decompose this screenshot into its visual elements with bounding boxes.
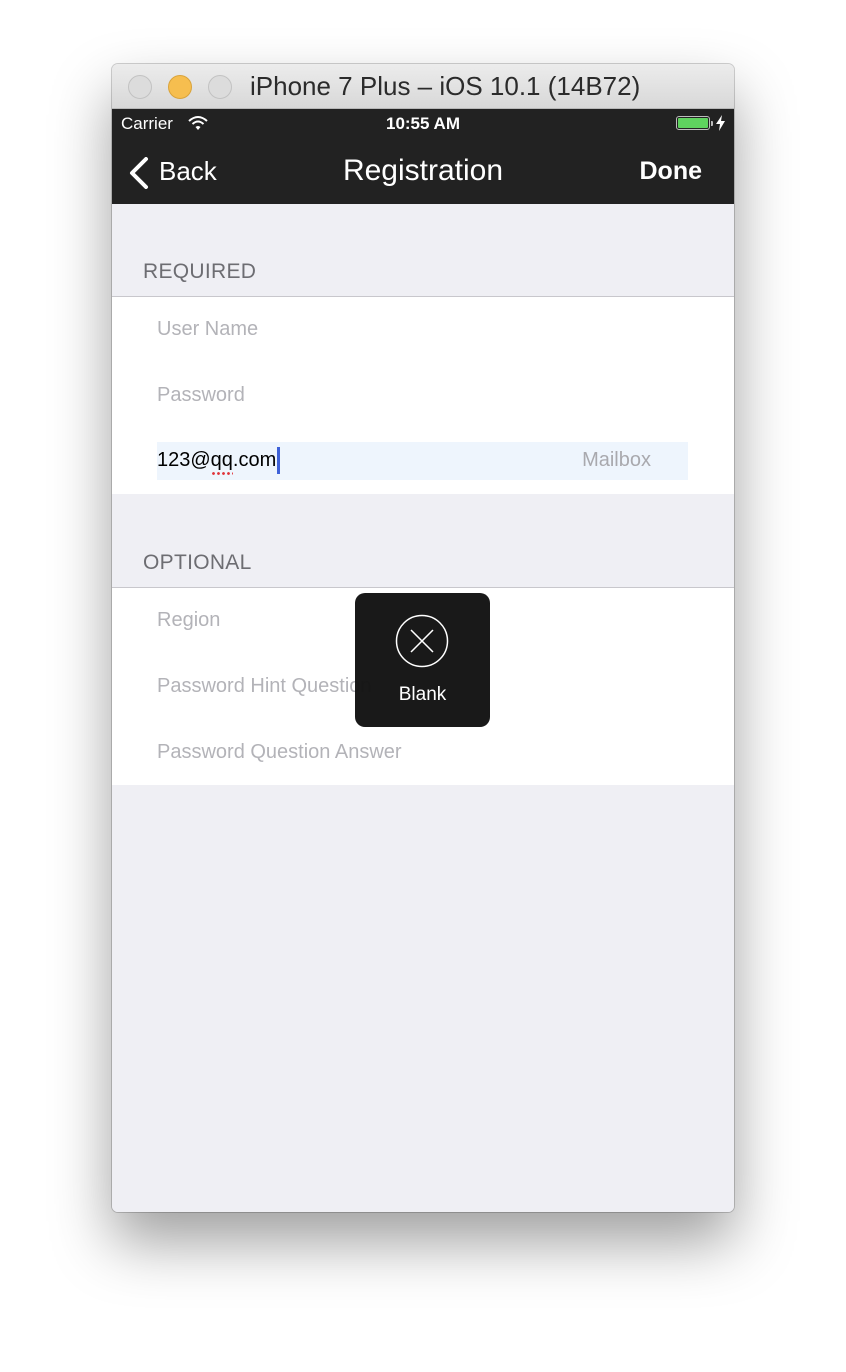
optional-section-header: OPTIONAL: [143, 551, 252, 574]
battery-level-fill: [678, 118, 708, 128]
password-field[interactable]: [157, 376, 687, 414]
charging-bolt-icon: [716, 115, 725, 136]
window-titlebar: iPhone 7 Plus – iOS 10.1 (14B72): [112, 64, 734, 109]
registration-form: REQUIRED 123@qq.com Mailbox OPTIONAL: [112, 204, 734, 1212]
x-circle-icon: [395, 614, 449, 673]
zoom-window-button[interactable]: [208, 75, 232, 99]
window-title: iPhone 7 Plus – iOS 10.1 (14B72): [250, 71, 641, 101]
email-field[interactable]: 123@qq.com Mailbox: [157, 442, 688, 480]
battery-icon: [676, 116, 710, 130]
navigation-bar: Back Registration Done: [112, 139, 734, 204]
required-section-header: REQUIRED: [143, 260, 257, 283]
done-button[interactable]: Done: [640, 157, 703, 185]
password-question-answer-field[interactable]: [157, 733, 687, 771]
status-time: 10:55 AM: [385, 114, 460, 133]
mailbox-label: Mailbox: [582, 449, 651, 471]
spellcheck-underline: [210, 472, 233, 475]
email-value: 123@qq.com: [157, 449, 277, 471]
hud-label: Blank: [398, 684, 447, 705]
required-group: 123@qq.com Mailbox: [112, 296, 734, 494]
text-cursor: [277, 447, 281, 474]
simulator-window: iPhone 7 Plus – iOS 10.1 (14B72) Carrier…: [112, 64, 734, 1212]
blank-error-hud: Blank: [355, 593, 490, 727]
battery-tip: [711, 121, 713, 126]
user-name-field[interactable]: [157, 310, 687, 348]
close-window-button[interactable]: [128, 75, 152, 99]
minimize-window-button[interactable]: [168, 75, 192, 99]
status-bar: Carrier 10:55 AM: [112, 109, 734, 139]
